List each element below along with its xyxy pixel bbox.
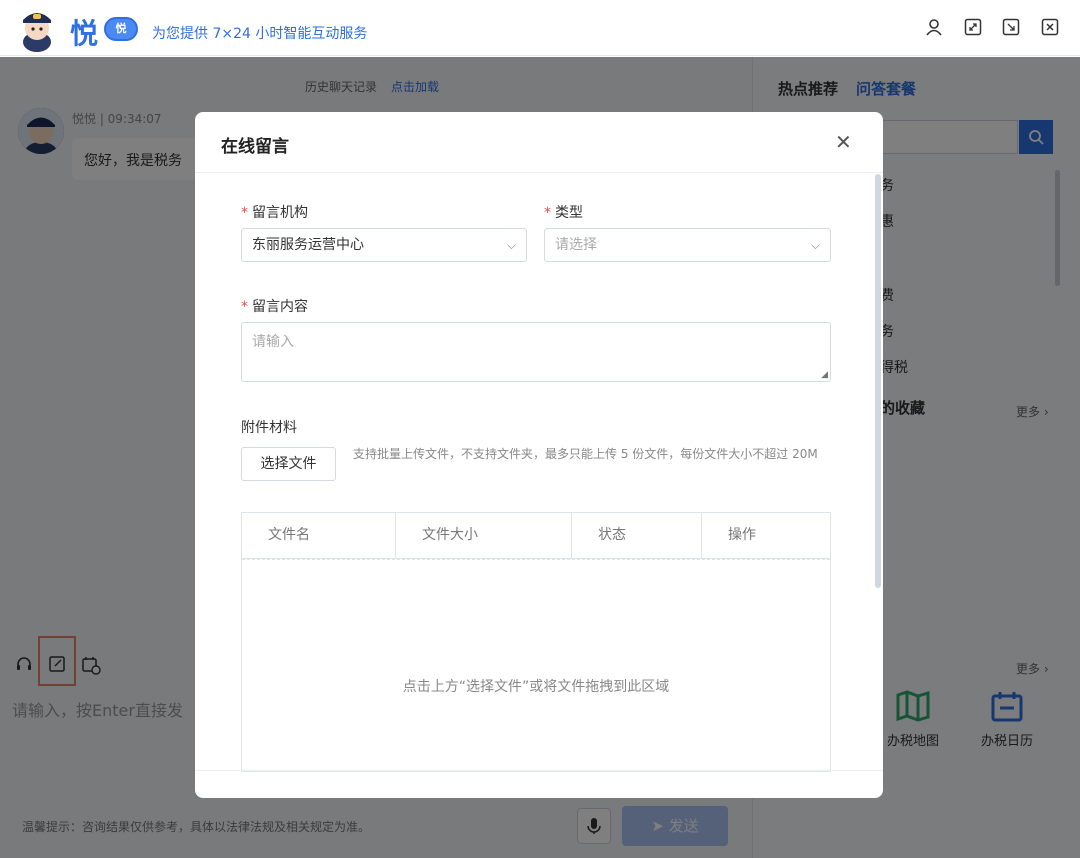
required-mark: * <box>241 205 248 221</box>
column-header: 文件名 <box>268 527 310 543</box>
type-placeholder: 请选择 <box>555 237 597 253</box>
dropzone-text: 点击上方“选择文件”或将文件拖拽到此区域 <box>402 679 670 695</box>
file-table: 文件名 文件大小 状态 操作 点击上方“选择文件”或将文件拖拽到此区域 <box>241 512 831 772</box>
column-header: 操作 <box>701 513 830 558</box>
logo-badge: 悦 <box>104 17 138 41</box>
select-file-button[interactable]: 选择文件 <box>241 447 336 481</box>
org-select[interactable]: 东丽服务运营中心 ⌵ <box>241 228 527 262</box>
org-value: 东丽服务运营中心 <box>252 237 364 253</box>
column-header: 状态 <box>571 513 701 558</box>
app-slogan: 为您提供 7×24 小时智能互动服务 <box>152 26 368 42</box>
app-logo: 悦 <box>70 17 99 50</box>
close-icon[interactable]: ✕ <box>835 130 852 154</box>
required-mark: * <box>241 299 248 315</box>
divider <box>195 172 883 173</box>
type-label: * 类型 <box>544 205 583 221</box>
chevron-down-icon: ⌵ <box>810 238 820 252</box>
content-placeholder: 请输入 <box>252 334 294 350</box>
divider <box>195 770 883 771</box>
type-select[interactable]: 请选择 ⌵ <box>544 228 831 262</box>
required-mark: * <box>544 205 551 221</box>
message-dialog: 在线留言 ✕ * 留言机构 东丽服务运营中心 ⌵ * 类型 请选择 ⌵ * 留言内容 … <box>195 112 883 798</box>
column-header: 文件大小 <box>395 513 571 558</box>
assistant-avatar <box>23 13 51 52</box>
dialog-title: 在线留言 <box>221 137 289 157</box>
table-header: 文件名 文件大小 状态 操作 <box>242 513 830 559</box>
content-textarea[interactable]: 请输入 ◢ <box>241 322 831 382</box>
expand-icon[interactable] <box>962 18 984 40</box>
user-icon[interactable] <box>923 18 945 40</box>
file-dropzone[interactable]: 点击上方“选择文件”或将文件拖拽到此区域 <box>242 559 830 771</box>
resize-grip-icon[interactable]: ◢ <box>821 370 828 380</box>
org-label: * 留言机构 <box>241 205 308 221</box>
minimize-icon[interactable] <box>1000 18 1022 40</box>
dialog-scrollbar[interactable] <box>875 174 881 588</box>
file-hint: 支持批量上传文件，不支持文件夹，最多只能上传 5 份文件，每份文件大小不超过 2… <box>353 447 818 461</box>
close-icon[interactable] <box>1039 18 1061 40</box>
content-label: * 留言内容 <box>241 299 308 315</box>
chevron-down-icon: ⌵ <box>506 238 516 252</box>
attach-label: 附件材料 <box>241 420 297 436</box>
window-header: 悦 悦 为您提供 7×24 小时智能互动服务 <box>0 0 1080 56</box>
